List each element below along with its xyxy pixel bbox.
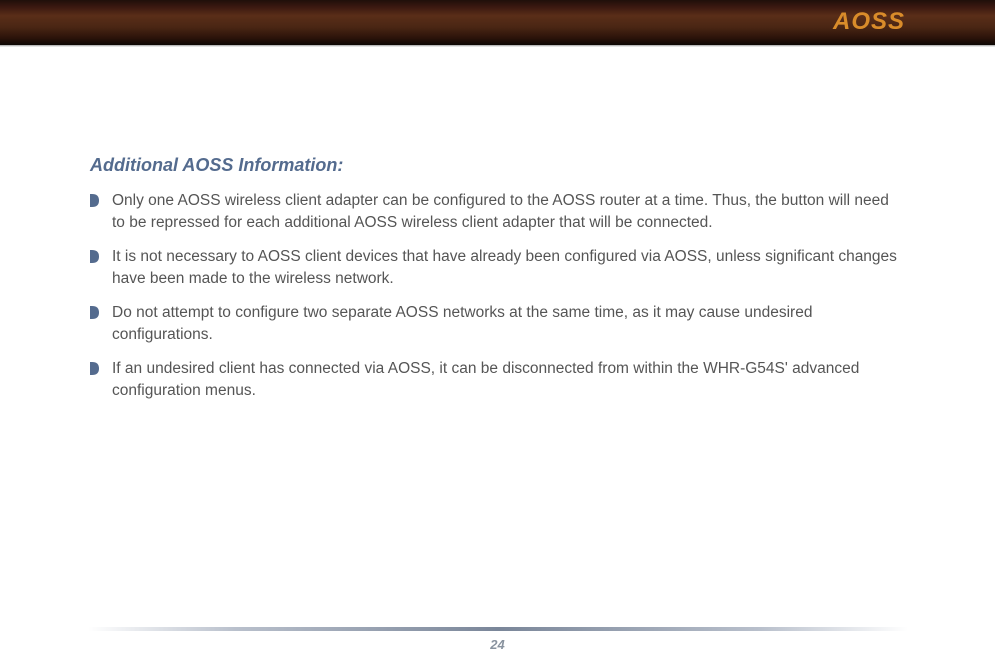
header-band: AOSS (0, 0, 995, 45)
list-item-text: If an undesired client has connected via… (112, 360, 859, 399)
list-item-text: Only one AOSS wireless client adapter ca… (112, 192, 889, 231)
bullet-d-icon (90, 306, 99, 319)
section-heading: Additional AOSS Information: (90, 155, 905, 176)
horizontal-rule (88, 627, 908, 631)
list-item-text: It is not necessary to AOSS client devic… (112, 248, 897, 287)
bullet-d-icon (90, 250, 99, 263)
header-title: AOSS (833, 8, 905, 36)
document-page: AOSS Additional AOSS Information: Only o… (0, 0, 995, 670)
list-item: Do not attempt to configure two separate… (90, 302, 905, 346)
list-item: If an undesired client has connected via… (90, 358, 905, 402)
bullet-d-icon (90, 362, 99, 375)
page-number: 24 (0, 637, 995, 652)
list-item-text: Do not attempt to configure two separate… (112, 304, 812, 343)
footer-area: 24 (0, 627, 995, 652)
content-area: Additional AOSS Information: Only one AO… (0, 45, 995, 402)
list-item: It is not necessary to AOSS client devic… (90, 246, 905, 290)
bullet-list: Only one AOSS wireless client adapter ca… (90, 190, 905, 402)
list-item: Only one AOSS wireless client adapter ca… (90, 190, 905, 234)
bullet-d-icon (90, 194, 99, 207)
